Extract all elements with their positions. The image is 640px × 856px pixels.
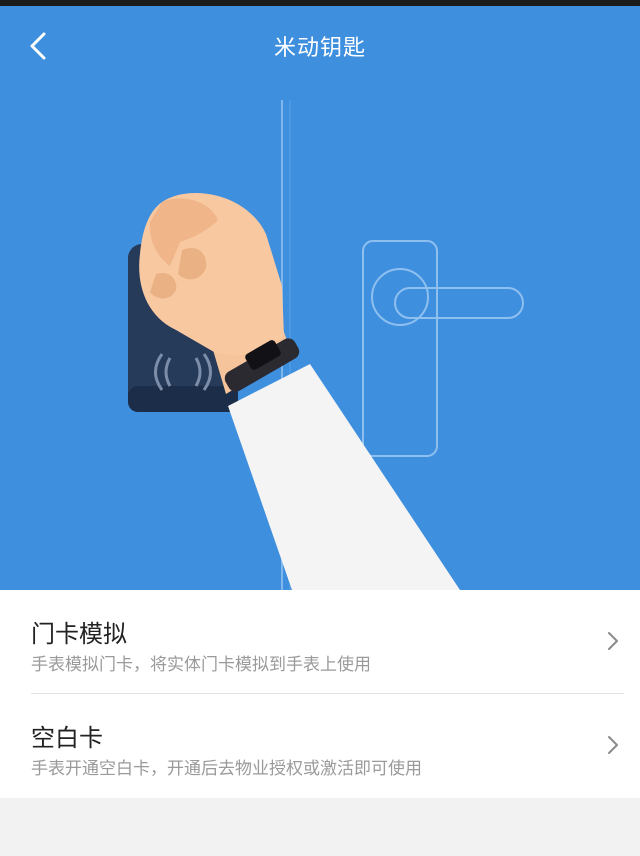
option-title: 空白卡 [31, 724, 103, 752]
key-options-list: 门卡模拟 手表模拟门卡，将实体门卡模拟到手表上使用 空白卡 手表开通空白卡，开通… [0, 590, 640, 798]
chevron-right-icon [608, 632, 618, 650]
hero-banner: 米动钥匙 [0, 6, 640, 590]
option-subtitle: 手表开通空白卡，开通后去物业授权或激活即可使用 [31, 759, 422, 779]
option-subtitle: 手表模拟门卡，将实体门卡模拟到手表上使用 [31, 655, 371, 675]
option-card-emulation[interactable]: 门卡模拟 手表模拟门卡，将实体门卡模拟到手表上使用 [0, 590, 640, 694]
page-title: 米动钥匙 [273, 36, 366, 61]
option-title: 门卡模拟 [31, 620, 127, 648]
option-blank-card[interactable]: 空白卡 手表开通空白卡，开通后去物业授权或激活即可使用 [0, 694, 640, 798]
top-navigation-bar: 米动钥匙 [0, 6, 640, 86]
chevron-right-icon [608, 736, 618, 754]
wristband-unlock-illustration [128, 100, 524, 590]
